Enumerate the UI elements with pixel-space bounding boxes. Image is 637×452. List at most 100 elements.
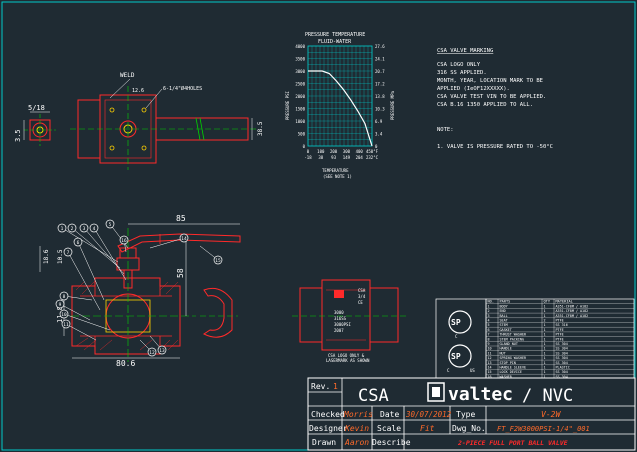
bom-cell: 3: [488, 314, 490, 318]
callout-number: 13: [159, 348, 165, 354]
pt-chart-title: PRESSURE TEMPERATURE: [305, 32, 365, 38]
pt-x-tick-f: 300: [343, 149, 351, 154]
marking-line: CSA: [358, 288, 366, 293]
bom-cell: 1: [544, 361, 546, 365]
pt-chart-ylabel-right: PRESSURE MPa: [390, 91, 395, 120]
title-block: Rev. 1 CSA valtec / NVC Checked Morris D…: [307, 377, 636, 451]
csa-note-line: CSA VALVE TEST VIN TO BE APPLIED.: [437, 94, 546, 100]
bom-header: MATERIAL: [556, 300, 573, 304]
callout-number: 5: [109, 222, 112, 228]
bill-of-materials: NO. PARTS QTY MATERIAL 1 BODY 1 A351-CF8M / A18…: [435, 298, 635, 380]
csa-logo-lower: SP C US: [447, 344, 475, 373]
side-section-view: 85 58 18.6 10.5 11.8 80.6 12345678910111…: [39, 214, 241, 368]
pt-left-tick: 2500: [295, 82, 305, 87]
callout-number: 14: [181, 236, 187, 242]
pt-right-tick: 13.8: [375, 94, 385, 99]
bom-header: NO.: [488, 300, 495, 304]
bom-cell: SS 304: [556, 361, 568, 365]
front-view-label: LASERMARK AS SHOWN: [326, 358, 370, 363]
dwg-value: FT_F2W3000PSI-1/4"_001: [497, 425, 590, 433]
callout-number: 10: [61, 312, 67, 318]
bom-cell: HANDLE: [500, 347, 512, 351]
bom-cell: 1: [544, 347, 546, 351]
callout-number: 9: [59, 302, 62, 308]
cad-drawing-sheet: 5/18 3.5 WELD 6-1/4"Ø4HOLES 12.6 38.5 PR…: [1, 1, 636, 451]
bom-cell: 7: [488, 333, 490, 337]
bom-cell: PTFE: [556, 333, 564, 337]
drawn-value: Aaron: [344, 438, 369, 447]
pt-x-tick-f: 0: [307, 149, 310, 154]
bom-cell: 1: [544, 314, 546, 318]
callout-leader: [93, 227, 127, 281]
dim-height: 58: [176, 268, 185, 278]
bom-cell: PLASTIC: [556, 366, 570, 370]
callout-leader: [77, 241, 105, 301]
bom-header: PARTS: [500, 300, 511, 304]
bom-cell: 2: [488, 309, 490, 313]
bom-cell: 1: [488, 304, 490, 308]
bom-cell: 5: [488, 323, 490, 327]
svg-text:SP: SP: [451, 318, 461, 327]
brand-suffix: / NVC: [522, 386, 573, 406]
pt-right-tick: 6.9: [375, 119, 383, 124]
callout-number: 7: [67, 250, 70, 256]
bom-cell: SS 316: [556, 323, 568, 327]
bom-cell: NUT: [500, 351, 506, 355]
bom-cell: PTFE: [556, 328, 564, 332]
pt-chart-x-ticks: 0 100 200 300 400 450°F -18 38 93 149 204 232°C: [304, 149, 378, 160]
callout-number: 12: [149, 350, 155, 356]
bom-cell: SS 304: [556, 347, 568, 351]
svg-text:SP: SP: [451, 352, 461, 361]
rev-value: 1: [333, 382, 338, 391]
bom-cell: 13: [488, 361, 492, 365]
svg-text:US: US: [470, 368, 475, 373]
title-csa: CSA: [358, 386, 389, 406]
handle-sleeve-detail: [200, 287, 238, 338]
pt-x-tick-f: 450°F: [366, 149, 379, 154]
bom-cell: THRUST WASHER: [500, 333, 527, 337]
pt-left-tick: 2000: [295, 94, 305, 99]
bom-cell: 11: [488, 351, 492, 355]
csa-logo-upper: SP C: [448, 310, 472, 339]
csa-notes: CSA VALVE MARKING CSA LOGO ONLY 316 SS A…: [437, 48, 553, 150]
bom-cell: SS 304: [556, 342, 568, 346]
pt-chart-subtitle: FLUID-WATER: [318, 39, 352, 45]
checked-value: Morris: [343, 410, 373, 419]
callout-leader: [71, 227, 121, 269]
bom-cell: A351-CF8M / A182: [556, 309, 589, 313]
csa-notes-heading: CSA VALVE MARKING: [437, 48, 493, 54]
bom-cell: 1: [544, 323, 546, 327]
designer-value: Kevin: [344, 424, 369, 433]
marking-line: 3/4: [358, 294, 366, 299]
bom-cell: 14: [488, 366, 492, 370]
pt-chart-right-ticks: 27.624.120.717.213.810.36.93.40: [375, 44, 385, 149]
bom-cell: HANDLE SLEEVE: [500, 366, 527, 370]
callout-number: 15: [215, 258, 221, 264]
callout-number: 16: [121, 238, 127, 244]
csa-note-line: CSA LOGO ONLY: [437, 62, 481, 68]
bom-cell: PTFE: [556, 319, 564, 323]
callout-number: 11: [63, 322, 69, 328]
pt-chart-xlabel-note: (SEE NOTE 1): [323, 174, 352, 179]
pt-chart-grid: [307, 45, 373, 147]
pt-right-tick: 3.4: [375, 132, 383, 137]
callout-number: 6: [77, 240, 80, 246]
bom-cell: 12: [488, 356, 492, 360]
pt-right-tick: 17.2: [375, 82, 385, 87]
dwg-label: Dwg_No.: [452, 424, 486, 433]
pt-x-tick-c: 93: [331, 155, 336, 160]
bom-cell: 1: [544, 366, 546, 370]
top-view: 5/18 3.5 WELD 6-1/4"Ø4HOLES 12.6 38.5: [14, 72, 264, 170]
hole-label: 6-1/4"Ø4HOLES: [163, 85, 202, 92]
brand-name: valtec: [448, 384, 513, 405]
bom-cell: SS 304: [556, 351, 568, 355]
pt-x-tick-c: 38: [318, 155, 323, 160]
checked-label: Checked: [311, 410, 345, 419]
bom-cell: 2: [544, 319, 546, 323]
dim-5-18: 5/18: [28, 104, 45, 112]
rev-label: Rev.: [311, 382, 330, 391]
bom-cell: 1: [544, 342, 546, 346]
describe-label: Describe: [372, 438, 411, 447]
bom-cell: 1: [544, 356, 546, 360]
csa-note-line: CSA B.16 1350 APPLIED TO ALL.: [437, 102, 533, 108]
